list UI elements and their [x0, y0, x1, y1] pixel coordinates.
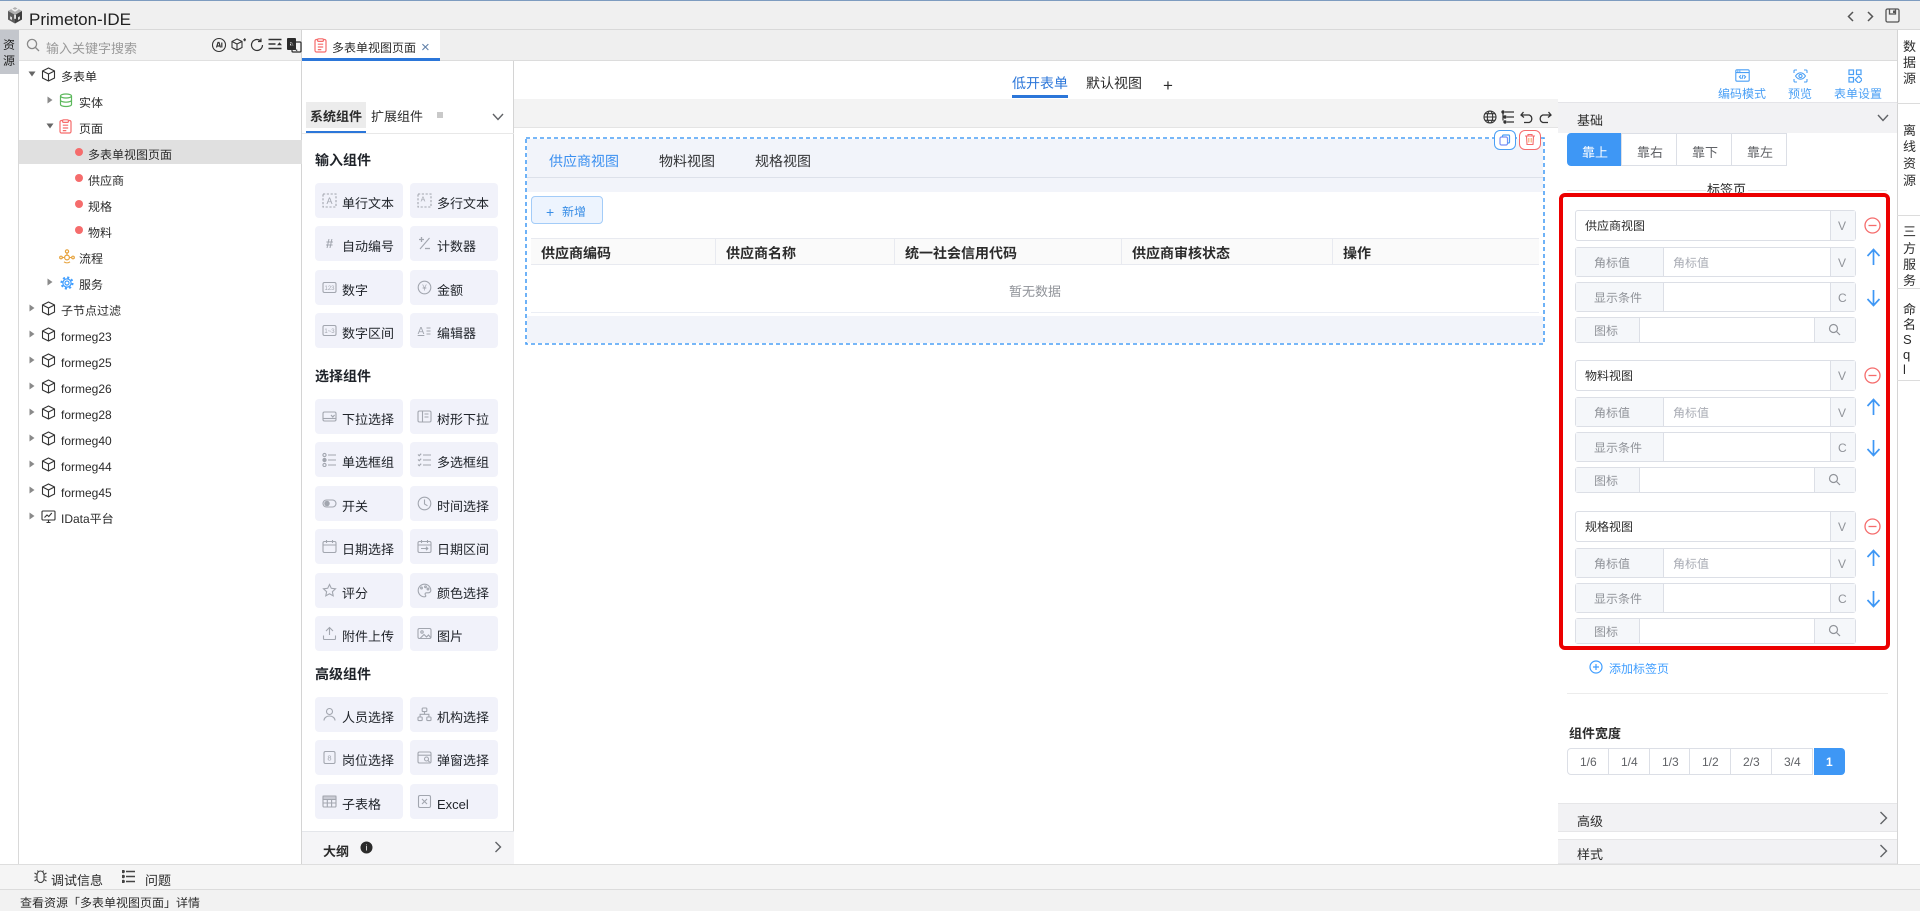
svg-text:¥: ¥	[421, 282, 427, 293]
svg-text:i: i	[366, 842, 368, 854]
svg-text:123: 123	[324, 283, 335, 292]
svg-text:1~3: 1~3	[324, 326, 335, 335]
svg-text:A: A	[421, 195, 426, 205]
svg-text:8: 8	[327, 753, 331, 764]
svg-text:A: A	[418, 323, 425, 337]
svg-text:A: A	[326, 194, 332, 207]
svg-text:#: #	[326, 236, 334, 251]
